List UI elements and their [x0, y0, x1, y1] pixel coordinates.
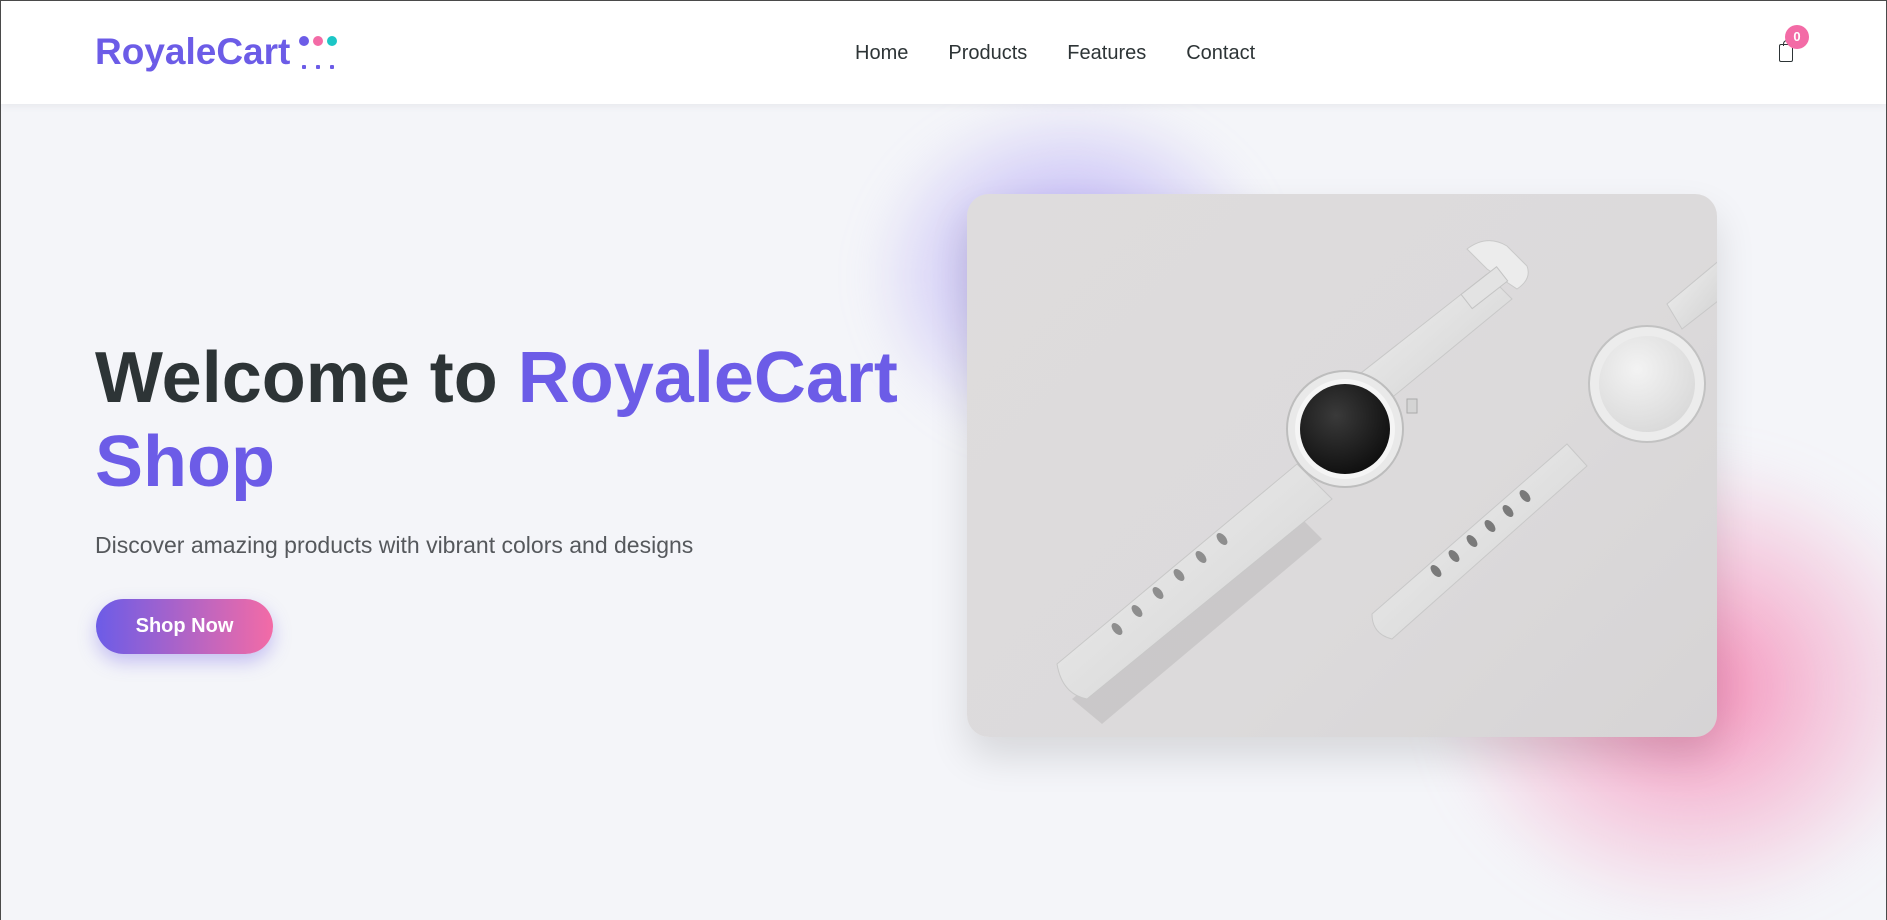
nav-products[interactable]: Products	[948, 41, 1027, 65]
nav-features[interactable]: Features	[1067, 41, 1146, 65]
main-nav: Home Products Features Contact	[855, 41, 1255, 65]
nav-contact[interactable]: Contact	[1186, 41, 1255, 65]
hero-subtitle: Discover amazing products with vibrant c…	[95, 532, 694, 558]
brand-name: RoyaleCart	[95, 31, 291, 72]
nav-home[interactable]: Home	[855, 41, 908, 65]
shop-now-button[interactable]: Shop Now	[96, 599, 273, 654]
page: RoyaleCart Home Products Features Contac…	[0, 0, 1887, 920]
smartwatches-illustration	[1056, 240, 1717, 724]
brand-logo[interactable]: RoyaleCart	[95, 32, 339, 72]
hero-product-image	[967, 194, 1717, 737]
hero-title: Welcome to RoyaleCart Shop	[95, 336, 915, 504]
hero-title-prefix: Welcome to	[95, 338, 518, 418]
cart-count-badge: 0	[1785, 25, 1809, 49]
site-header: RoyaleCart Home Products Features Contac…	[1, 1, 1886, 104]
logo-dots-icon	[299, 32, 339, 72]
cart-button[interactable]: 0	[1777, 25, 1809, 65]
